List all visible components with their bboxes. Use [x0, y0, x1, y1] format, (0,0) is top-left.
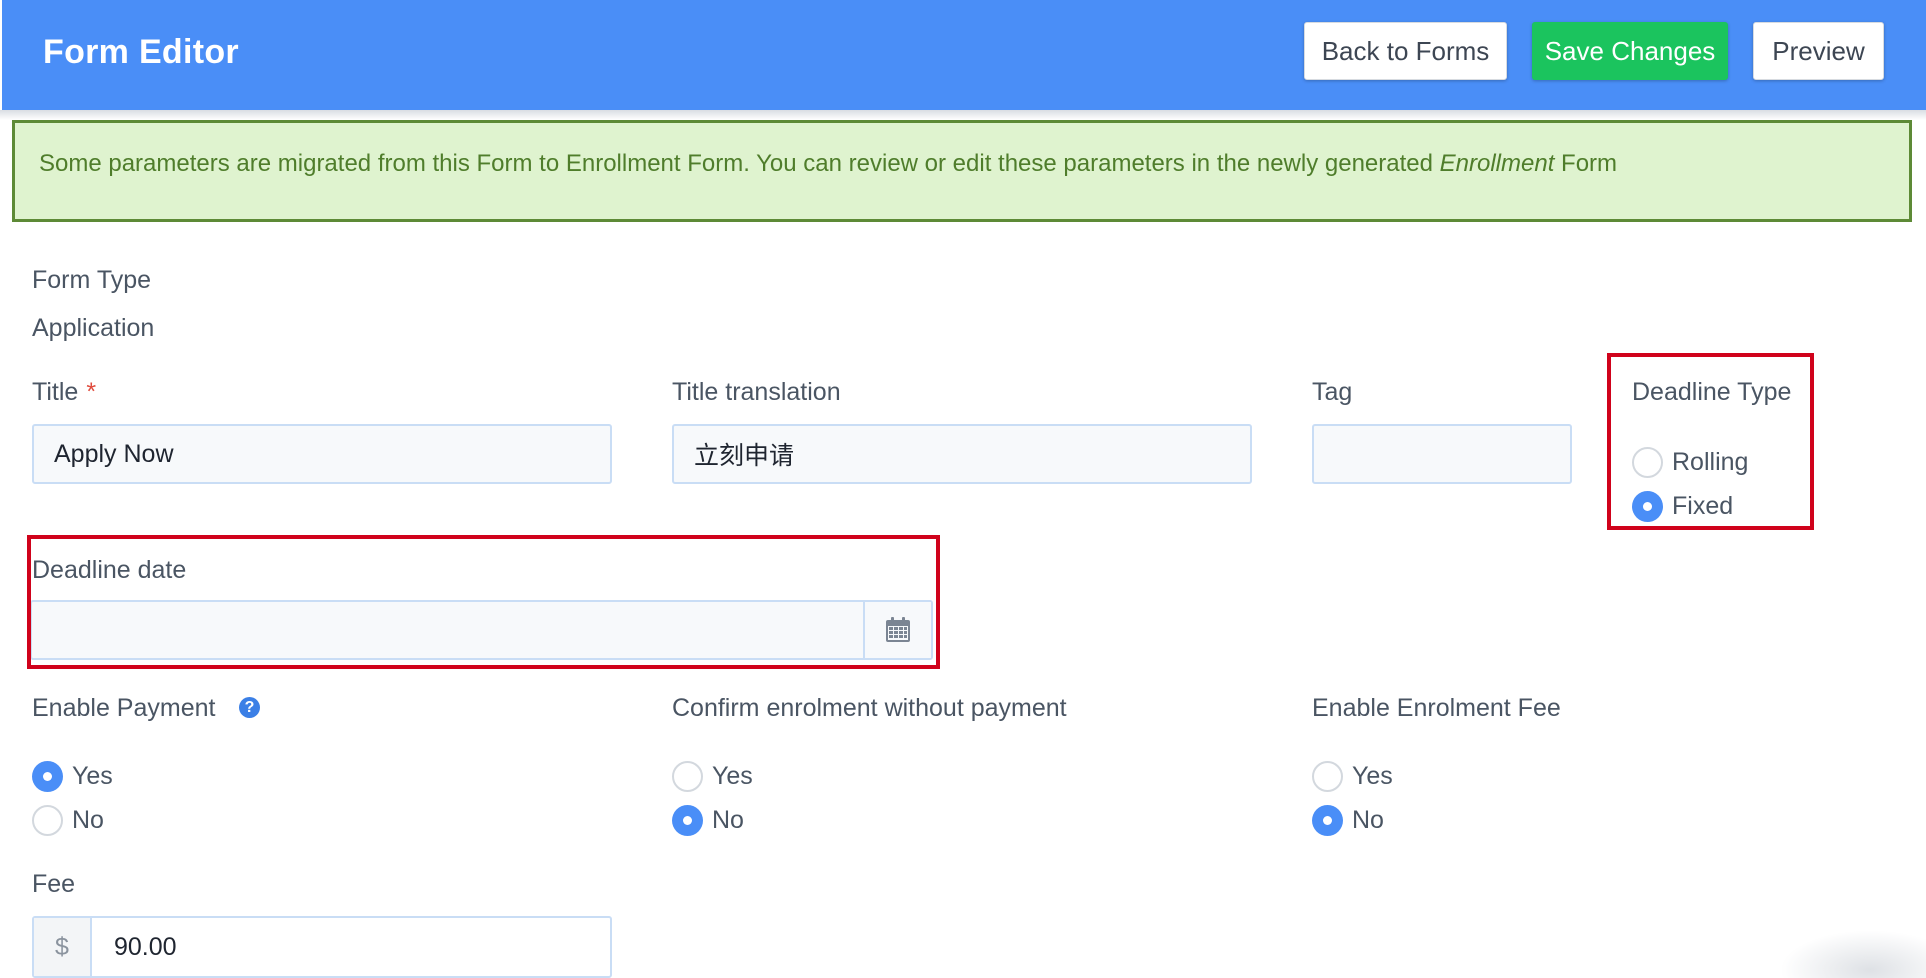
tag-input[interactable]	[1312, 424, 1572, 484]
radio-label-payment-yes: Yes	[72, 761, 113, 790]
title-translation-label: Title translation	[672, 378, 841, 406]
migration-alert: Some parameters are migrated from this F…	[12, 120, 1912, 222]
title-input[interactable]: Apply Now	[32, 424, 612, 484]
enable-enrolment-fee-no[interactable]: No	[1312, 803, 1384, 837]
confirm-without-payment-yes[interactable]: Yes	[672, 759, 753, 793]
radio-confirm-no[interactable]	[672, 804, 703, 836]
radio-label-confirm-no: No	[712, 805, 744, 834]
radio-label-fee-no: No	[1352, 805, 1384, 834]
title-label: Title *	[32, 378, 97, 406]
radio-payment-yes[interactable]	[32, 760, 63, 792]
currency-prefix: $	[34, 918, 92, 976]
deadline-date-highlight	[27, 535, 940, 669]
radio-label-fee-yes: Yes	[1352, 761, 1393, 790]
radio-fee-no[interactable]	[1312, 804, 1343, 836]
app-header: Form Editor Back to Forms Save Changes P…	[2, 0, 1926, 110]
corner-shade	[1780, 930, 1926, 978]
back-to-forms-button[interactable]: Back to Forms	[1304, 22, 1507, 80]
alert-text: Some parameters are migrated from this F…	[39, 150, 1618, 177]
form-type-label: Form Type	[32, 266, 152, 294]
question-circle-icon[interactable]: ?	[239, 697, 260, 718]
deadline-type-highlight	[1607, 353, 1814, 530]
radio-label-confirm-yes: Yes	[712, 761, 753, 790]
enable-enrolment-fee-label: Enable Enrolment Fee	[1312, 694, 1561, 722]
confirm-without-payment-no[interactable]: No	[672, 803, 744, 837]
fee-label: Fee	[32, 870, 76, 898]
radio-label-payment-no: No	[72, 805, 104, 834]
enable-payment-yes[interactable]: Yes	[32, 759, 113, 793]
page-title: Form Editor	[43, 33, 239, 71]
enable-payment-no[interactable]: No	[32, 803, 104, 837]
alert-italic: Enrollment	[1439, 150, 1555, 177]
header-shadow	[0, 110, 1926, 120]
required-mark: *	[86, 378, 97, 406]
confirm-without-payment-label: Confirm enrolment without payment	[672, 694, 1067, 722]
radio-fee-yes[interactable]	[1312, 760, 1343, 792]
title-translation-input[interactable]: 立刻申请	[672, 424, 1252, 484]
fee-input-group[interactable]: $ 90.00	[32, 916, 612, 978]
radio-payment-no[interactable]	[32, 804, 63, 836]
tag-label: Tag	[1312, 378, 1353, 406]
fee-input[interactable]: 90.00	[114, 918, 177, 976]
radio-confirm-yes[interactable]	[672, 760, 703, 792]
enable-payment-label: Enable Payment	[32, 694, 216, 722]
form-type-value: Application	[32, 314, 155, 342]
enable-enrolment-fee-yes[interactable]: Yes	[1312, 759, 1393, 793]
preview-button[interactable]: Preview	[1753, 22, 1884, 80]
save-changes-button[interactable]: Save Changes	[1532, 22, 1728, 80]
